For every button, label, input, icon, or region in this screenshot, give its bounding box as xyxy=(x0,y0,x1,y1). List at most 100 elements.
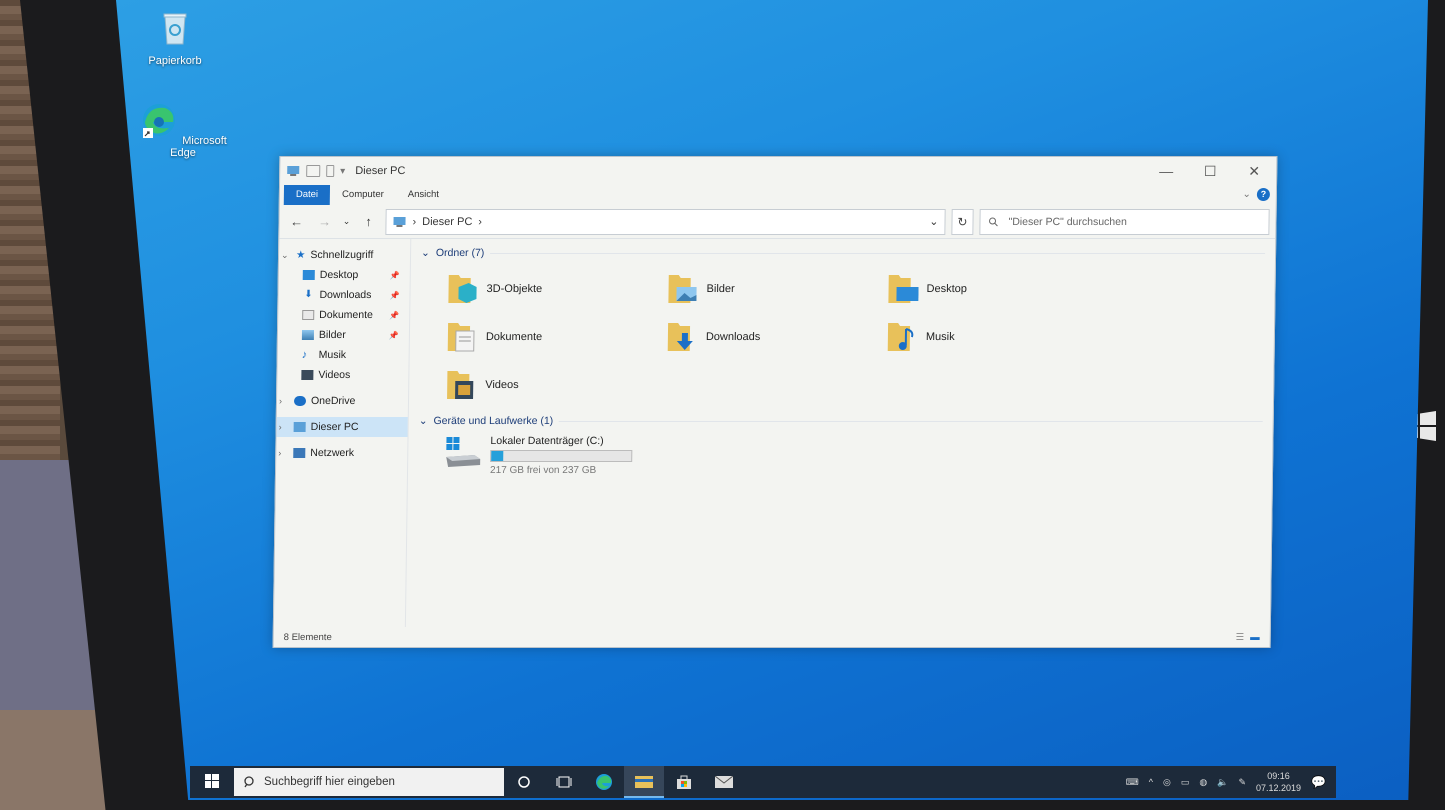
start-button[interactable] xyxy=(190,773,234,791)
nav-item-label: Netzwerk xyxy=(310,447,355,459)
details-view-icon[interactable]: ☰ xyxy=(1236,632,1245,643)
edge-icon xyxy=(596,774,612,790)
system-tray: ⌨ ^ ◎ ▭ ◍ 🔈 ✎ 09:16 07.12.2019 💬 xyxy=(1126,770,1336,794)
clock[interactable]: 09:16 07.12.2019 xyxy=(1256,770,1301,794)
nav-item-label: OneDrive xyxy=(310,395,356,407)
battery-icon[interactable]: ▭ xyxy=(1181,777,1190,788)
new-folder-icon[interactable] xyxy=(326,165,335,177)
edge-icon xyxy=(143,104,176,138)
nav-item-label: Schnellzugriff xyxy=(310,249,374,261)
taskbar-search-placeholder: Suchbegriff hier eingeben xyxy=(264,776,395,788)
close-button[interactable]: ✕ xyxy=(1232,163,1276,180)
videos-folder-icon xyxy=(447,371,474,399)
show-hidden-icons-chevron-icon[interactable]: ^ xyxy=(1149,777,1153,787)
tab-ansicht[interactable]: Ansicht xyxy=(396,185,451,205)
folder-3d-objects[interactable]: 3D-Objekte xyxy=(446,269,667,309)
breadcrumb-separator-icon: › xyxy=(412,215,417,228)
maximize-button[interactable]: ☐ xyxy=(1188,163,1232,180)
nav-item-music[interactable]: ♪ Musik xyxy=(278,345,409,365)
location-icon[interactable]: ◎ xyxy=(1163,777,1171,788)
nav-item-quick-access[interactable]: ⌄ ★ Schnellzugriff xyxy=(279,245,410,265)
screen: Papierkorb Microsoft Edge ▾ Dieser PC — … xyxy=(116,0,1428,800)
taskbar: Suchbegriff hier eingeben ⌨ ^ ◎ ▭ ◍ 🔈 ✎ … xyxy=(190,766,1336,798)
taskbar-edge-button[interactable] xyxy=(584,766,624,798)
touch-keyboard-icon[interactable]: ⌨ xyxy=(1126,777,1139,788)
drive-c[interactable]: Lokaler Datenträger (C:) 217 GB frei von… xyxy=(418,429,1263,476)
help-icon[interactable]: ? xyxy=(1256,188,1270,201)
network-globe-icon[interactable]: ◍ xyxy=(1199,777,1207,788)
tab-computer[interactable]: Computer xyxy=(330,185,396,205)
desktop-icon-edge[interactable]: Microsoft Edge xyxy=(138,100,228,159)
nav-item-pictures[interactable]: Bilder 📌 xyxy=(278,325,409,345)
pen-icon[interactable]: ✎ xyxy=(1238,777,1246,788)
videos-icon xyxy=(301,370,314,380)
action-center-icon[interactable]: 💬 xyxy=(1311,775,1326,789)
taskbar-store-button[interactable] xyxy=(664,766,704,798)
search-icon xyxy=(244,776,254,788)
nav-item-videos[interactable]: Videos xyxy=(277,365,408,385)
collapsed-chevron-icon[interactable]: › xyxy=(278,448,288,458)
folder-label: Downloads xyxy=(705,331,761,343)
large-icons-view-icon[interactable]: ▬ xyxy=(1250,632,1260,643)
cortana-button[interactable] xyxy=(504,766,544,798)
content-pane: ⌄ Ordner (7) 3D-Objekte Bilder Desktop D… xyxy=(406,239,1275,627)
clock-time: 09:16 xyxy=(1267,771,1290,781)
volume-icon[interactable]: 🔈 xyxy=(1217,777,1228,788)
refresh-button[interactable]: ↻ xyxy=(951,208,974,235)
clock-date: 07.12.2019 xyxy=(1256,783,1302,793)
ribbon-tabs: Datei Computer Ansicht ⌄ ? xyxy=(280,185,1276,205)
collapsed-chevron-icon[interactable]: › xyxy=(279,422,289,432)
breadcrumb-item[interactable]: Dieser PC xyxy=(422,216,472,228)
navigation-bar: ← → ⌄ ↑ › Dieser PC › ⌄ ↻ "Dieser PC" du… xyxy=(279,205,1276,239)
nav-item-documents[interactable]: Dokumente 📌 xyxy=(278,305,409,325)
folder-label: Dokumente xyxy=(485,331,543,343)
minimize-button[interactable]: — xyxy=(1144,163,1188,180)
folder-desktop[interactable]: Desktop xyxy=(886,269,1107,309)
nav-item-onedrive[interactable]: › OneDrive xyxy=(277,391,408,411)
up-button[interactable]: ↑ xyxy=(357,214,379,229)
address-bar[interactable]: › Dieser PC › ⌄ xyxy=(385,208,946,235)
properties-icon[interactable] xyxy=(306,165,321,177)
music-note-icon: ♪ xyxy=(301,349,308,361)
taskbar-search-input[interactable]: Suchbegriff hier eingeben xyxy=(234,768,504,796)
back-button[interactable]: ← xyxy=(285,214,307,229)
tab-datei[interactable]: Datei xyxy=(283,185,331,205)
expanded-chevron-icon[interactable]: ⌄ xyxy=(281,250,291,261)
pin-icon: 📌 xyxy=(388,330,399,340)
breadcrumb-separator-icon[interactable]: › xyxy=(478,216,482,228)
nav-item-label: Bilder xyxy=(318,329,346,341)
folder-pictures[interactable]: Bilder xyxy=(666,269,887,309)
customize-toolbar-chevron-icon[interactable]: ▾ xyxy=(340,166,345,177)
folder-label: Videos xyxy=(485,379,519,391)
pictures-icon xyxy=(301,330,315,340)
folder-downloads[interactable]: Downloads xyxy=(666,317,887,357)
download-arrow-icon: ⬇ xyxy=(304,289,313,300)
pin-icon: 📌 xyxy=(389,310,400,320)
nav-item-network[interactable]: › Netzwerk xyxy=(276,443,407,463)
folder-label: Bilder xyxy=(706,283,735,295)
task-view-button[interactable] xyxy=(544,766,584,798)
folder-videos[interactable]: Videos xyxy=(445,365,666,405)
folder-label: Musik xyxy=(925,331,955,343)
group-header-drives[interactable]: ⌄ Geräte und Laufwerke (1) xyxy=(419,413,1263,429)
nav-item-label: Dokumente xyxy=(319,309,374,321)
desktop-icon-recycle-bin[interactable]: Papierkorb xyxy=(130,8,220,67)
search-input[interactable]: "Dieser PC" durchsuchen xyxy=(979,208,1270,235)
recent-locations-chevron-icon[interactable]: ⌄ xyxy=(341,216,351,227)
folder-music[interactable]: Musik xyxy=(886,317,1107,357)
expand-ribbon-chevron-icon[interactable]: ⌄ xyxy=(1242,189,1251,200)
taskbar-mail-button[interactable] xyxy=(704,766,744,798)
folder-documents[interactable]: Dokumente xyxy=(446,317,667,357)
address-dropdown-chevron-icon[interactable]: ⌄ xyxy=(929,215,938,228)
desktop-folder-icon xyxy=(302,270,315,280)
collapsed-chevron-icon[interactable]: › xyxy=(279,396,289,406)
group-header-folders[interactable]: ⌄ Ordner (7) xyxy=(421,245,1266,261)
taskbar-file-explorer-button[interactable] xyxy=(624,766,664,798)
forward-button[interactable]: → xyxy=(313,214,335,229)
item-count: 8 Elemente xyxy=(283,631,332,643)
title-bar: ▾ Dieser PC — ☐ ✕ xyxy=(280,157,1276,185)
nav-item-downloads[interactable]: ⬇ Downloads 📌 xyxy=(278,285,409,305)
nav-item-this-pc[interactable]: › Dieser PC xyxy=(276,417,408,437)
nav-item-desktop[interactable]: Desktop 📌 xyxy=(279,265,410,285)
store-bag-icon xyxy=(677,775,691,789)
